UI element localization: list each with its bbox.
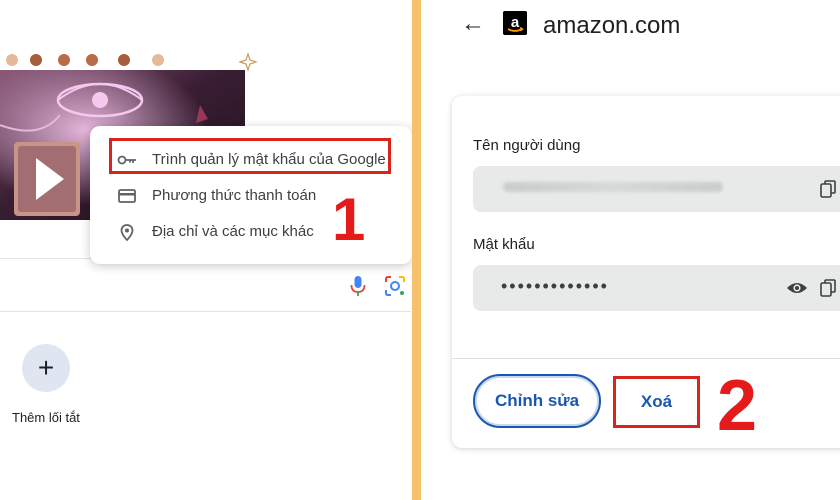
menu-item-label: Phương thức thanh toán (152, 187, 317, 204)
right-panel: ← a amazon.com Tên người dùng Mật khẩu •… (421, 0, 840, 500)
username-blurred-value (503, 182, 723, 192)
step-number-1: 1 (332, 186, 366, 253)
password-masked-value: ••••••••••••• (501, 276, 609, 296)
username-field[interactable] (473, 166, 840, 212)
password-field[interactable]: ••••••••••••• (473, 265, 840, 311)
step-number-2: 2 (717, 366, 758, 446)
add-shortcut-button[interactable]: + (22, 344, 70, 392)
panel-divider (412, 0, 421, 500)
menu-item-label: Địa chỉ và các mục khác (152, 223, 314, 240)
delete-button[interactable]: Xoá (613, 376, 700, 428)
svg-text:a: a (511, 14, 520, 31)
site-title: amazon.com (543, 12, 681, 39)
show-password-eye-icon[interactable] (786, 280, 808, 296)
plus-icon: + (37, 352, 55, 383)
password-label: Mật khẩu (473, 236, 535, 253)
google-lens-icon[interactable] (384, 275, 406, 297)
username-label: Tên người dùng (473, 137, 581, 154)
location-pin-icon (120, 224, 134, 241)
microphone-icon[interactable] (349, 275, 367, 297)
edit-button[interactable]: Chỉnh sửa (473, 374, 601, 428)
highlight-box-step-1 (109, 138, 391, 174)
left-panel: Trình quản lý mật khẩu của Google Phương… (0, 0, 412, 500)
back-arrow-icon[interactable]: ← (461, 12, 485, 36)
credit-card-icon (118, 189, 136, 203)
amazon-logo-icon: a (503, 11, 527, 35)
card-divider (452, 358, 840, 359)
copy-username-icon[interactable] (820, 180, 836, 198)
add-shortcut-label: Thêm lối tắt (12, 410, 80, 425)
copy-password-icon[interactable] (820, 279, 836, 297)
